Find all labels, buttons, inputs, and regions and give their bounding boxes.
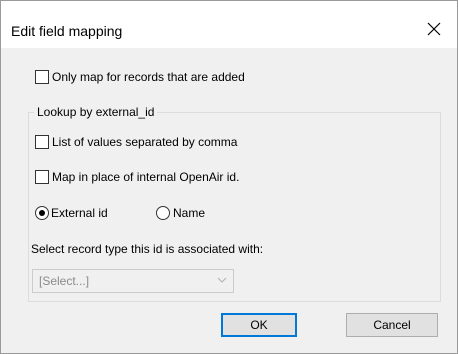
only-added-label: Only map for records that are added <box>52 70 245 84</box>
list-values-label: List of values separated by comma <box>52 135 238 149</box>
map-inplace-label: Map in place of internal OpenAir id. <box>52 170 240 184</box>
close-button[interactable] <box>411 13 457 45</box>
record-type-value: [Select...] <box>39 274 90 288</box>
name-label: Name <box>173 206 206 220</box>
lookup-group-title: Lookup by external_id <box>34 105 158 119</box>
title-bar: Edit field mapping <box>1 1 457 48</box>
close-icon <box>427 22 441 36</box>
map-inplace-checkbox[interactable] <box>35 170 49 184</box>
name-radio[interactable] <box>156 206 170 220</box>
only-added-checkbox[interactable] <box>35 70 49 84</box>
record-type-select[interactable]: [Select...] <box>32 269 234 293</box>
radio-selected-dot <box>39 210 45 216</box>
ok-button[interactable]: OK <box>221 313 297 337</box>
chevron-down-icon <box>217 277 227 283</box>
cancel-button[interactable]: Cancel <box>346 313 438 337</box>
list-values-checkbox[interactable] <box>35 135 49 149</box>
dialog-title: Edit field mapping <box>11 23 123 39</box>
record-type-label: Select record type this id is associated… <box>31 242 264 256</box>
external-id-label: External id <box>51 206 108 220</box>
external-id-radio[interactable] <box>35 206 49 220</box>
edit-field-mapping-dialog: Edit field mapping Only map for records … <box>0 0 458 354</box>
